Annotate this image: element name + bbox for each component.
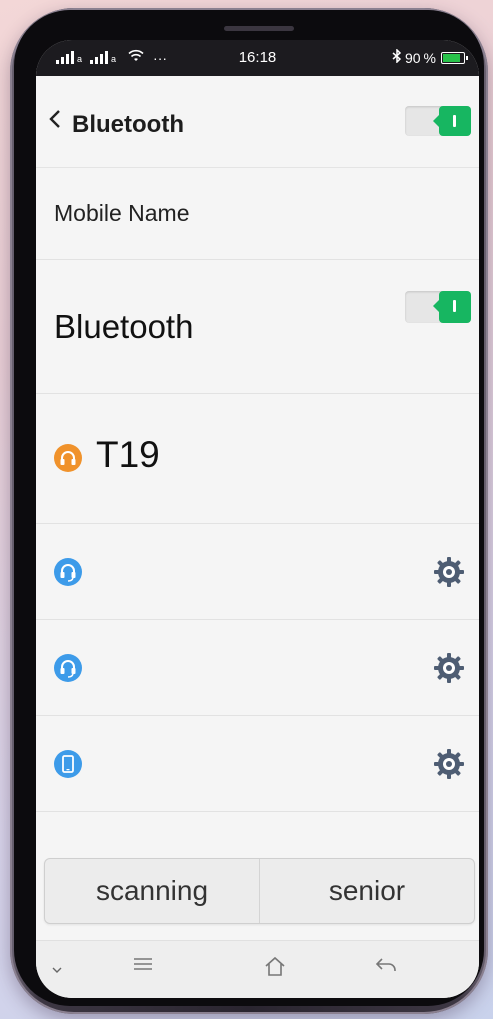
chevron-left-icon[interactable]	[48, 108, 62, 134]
battery-unit: %	[423, 49, 436, 66]
action-bar: scanning senior	[44, 858, 475, 924]
status-right-group: 90%	[392, 48, 468, 66]
mobile-name-label: Mobile Name	[54, 200, 190, 226]
headphones-icon	[54, 444, 82, 472]
bluetooth-icon	[392, 48, 402, 66]
page-title: Bluetooth	[72, 111, 184, 138]
phone-icon	[54, 750, 82, 778]
bluetooth-toggle[interactable]	[405, 291, 471, 323]
toggle-knob	[433, 106, 471, 136]
home-icon[interactable]	[263, 955, 287, 984]
menu-icon[interactable]	[132, 955, 154, 978]
bluetooth-row: Bluetooth	[36, 260, 479, 394]
bluetooth-header-toggle[interactable]	[405, 106, 471, 136]
gear-icon[interactable]	[433, 556, 465, 588]
gear-icon[interactable]	[433, 652, 465, 684]
device-row-1[interactable]	[36, 524, 479, 620]
device-row-3[interactable]	[36, 716, 479, 812]
navigation-bar	[36, 940, 479, 998]
connected-device-name: T19	[96, 434, 160, 475]
status-bar: a a ··· 16:18 90%	[36, 40, 479, 76]
gear-icon[interactable]	[433, 748, 465, 780]
battery-fill	[443, 53, 461, 62]
mobile-name-row[interactable]: Mobile Name	[36, 168, 479, 260]
page-header: Bluetooth	[36, 76, 479, 168]
senior-button[interactable]: senior	[259, 859, 474, 923]
headset-icon	[54, 558, 82, 586]
connected-device-row[interactable]: T19	[36, 394, 479, 524]
back-arrow-icon[interactable]	[374, 955, 398, 980]
device-row-2[interactable]	[36, 620, 479, 716]
chevron-down-icon[interactable]	[52, 961, 62, 979]
toggle-knob	[433, 291, 471, 323]
bluetooth-label: Bluetooth	[54, 308, 194, 345]
phone-bezel: a a ··· 16:18 90% Bluetooth Mobile Name …	[14, 10, 484, 1006]
screen: a a ··· 16:18 90% Bluetooth Mobile Name …	[36, 40, 479, 998]
speaker-grille	[224, 26, 294, 31]
headset-icon	[54, 654, 82, 682]
battery-percent: 90	[404, 49, 421, 66]
scanning-button[interactable]: scanning	[45, 859, 259, 923]
battery-icon	[441, 51, 468, 64]
